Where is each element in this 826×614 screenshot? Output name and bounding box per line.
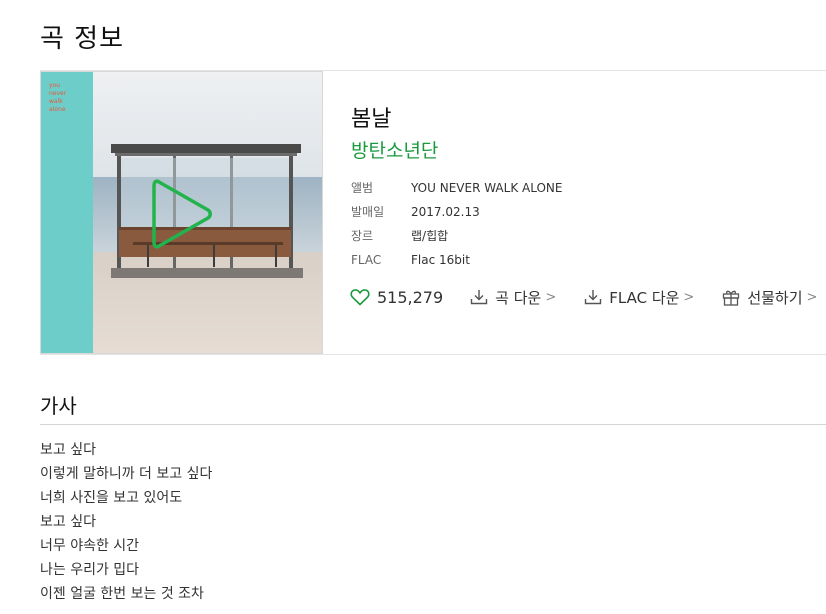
like-count: 515,279: [377, 287, 444, 307]
lyrics-title: 가사: [40, 394, 77, 418]
song-download-label: 곡 다운: [495, 288, 542, 307]
song-download-button[interactable]: 곡 다운 >: [470, 287, 556, 308]
genre: 랩/힙합: [411, 229, 449, 243]
artist-link[interactable]: 방탄소년단: [351, 136, 438, 163]
album-name[interactable]: YOU NEVER WALK ALONE: [411, 179, 562, 203]
meta-label: 장르: [351, 229, 374, 243]
meta-row-release-date: 발매일 2017.02.13: [351, 203, 562, 227]
chevron-right-icon: >: [683, 289, 695, 305]
lyric-line: 이젠 얼굴 한번 보는 것 조차: [40, 586, 204, 602]
lyrics-divider: [40, 424, 826, 425]
album-cover[interactable]: you never walk alone: [40, 71, 323, 354]
cover-link[interactable]: [41, 72, 322, 353]
lyric-line: 이렇게 말하니까 더 보고 싶다: [40, 466, 213, 482]
gift-button[interactable]: 선물하기 >: [722, 287, 817, 308]
page-title: 곡 정보: [40, 24, 125, 54]
like-button[interactable]: 515,279: [350, 288, 443, 307]
meta-label: FLAC: [351, 253, 382, 267]
lyric-line: 보고 싶다: [40, 442, 96, 458]
download-icon: [585, 290, 602, 305]
action-bar: 515,279 곡 다운 > FLAC 다운 > 선물하기 >: [350, 285, 817, 309]
meta-row-flac: FLAC Flac 16bit: [351, 251, 562, 275]
release-date: 2017.02.13: [411, 205, 480, 219]
song-meta: 앨범 YOU NEVER WALK ALONE 발매일 2017.02.13 장…: [351, 179, 562, 275]
lyric-line: 너희 사진을 보고 있어도: [40, 490, 183, 506]
download-icon: [470, 290, 488, 305]
meta-label: 발매일: [351, 205, 385, 219]
chevron-right-icon: >: [545, 289, 557, 305]
meta-row-genre: 장르 랩/힙합: [351, 227, 562, 251]
meta-row-album: 앨범 YOU NEVER WALK ALONE: [351, 179, 562, 203]
lyric-line: 너무 야속한 시간: [40, 538, 140, 554]
song-info-panel: you never walk alone 봄날 방탄소년단 앨범 YOU NEV…: [40, 70, 826, 355]
lyric-line: 보고 싶다: [40, 514, 96, 530]
flac-download-button[interactable]: FLAC 다운 >: [584, 287, 694, 308]
flac-download-label: FLAC 다운: [609, 288, 680, 307]
lyric-line: 나는 우리가 밉다: [40, 562, 140, 578]
heart-icon: [350, 289, 370, 306]
chevron-right-icon: >: [806, 289, 818, 305]
flac-quality: Flac 16bit: [411, 253, 470, 267]
lyrics-body: 보고 싶다 이렇게 말하니까 더 보고 싶다 너희 사진을 보고 있어도 보고 …: [40, 440, 212, 608]
song-title: 봄날: [351, 107, 392, 132]
gift-label: 선물하기: [747, 288, 803, 307]
gift-icon: [723, 290, 740, 306]
meta-label: 앨범: [351, 181, 374, 195]
